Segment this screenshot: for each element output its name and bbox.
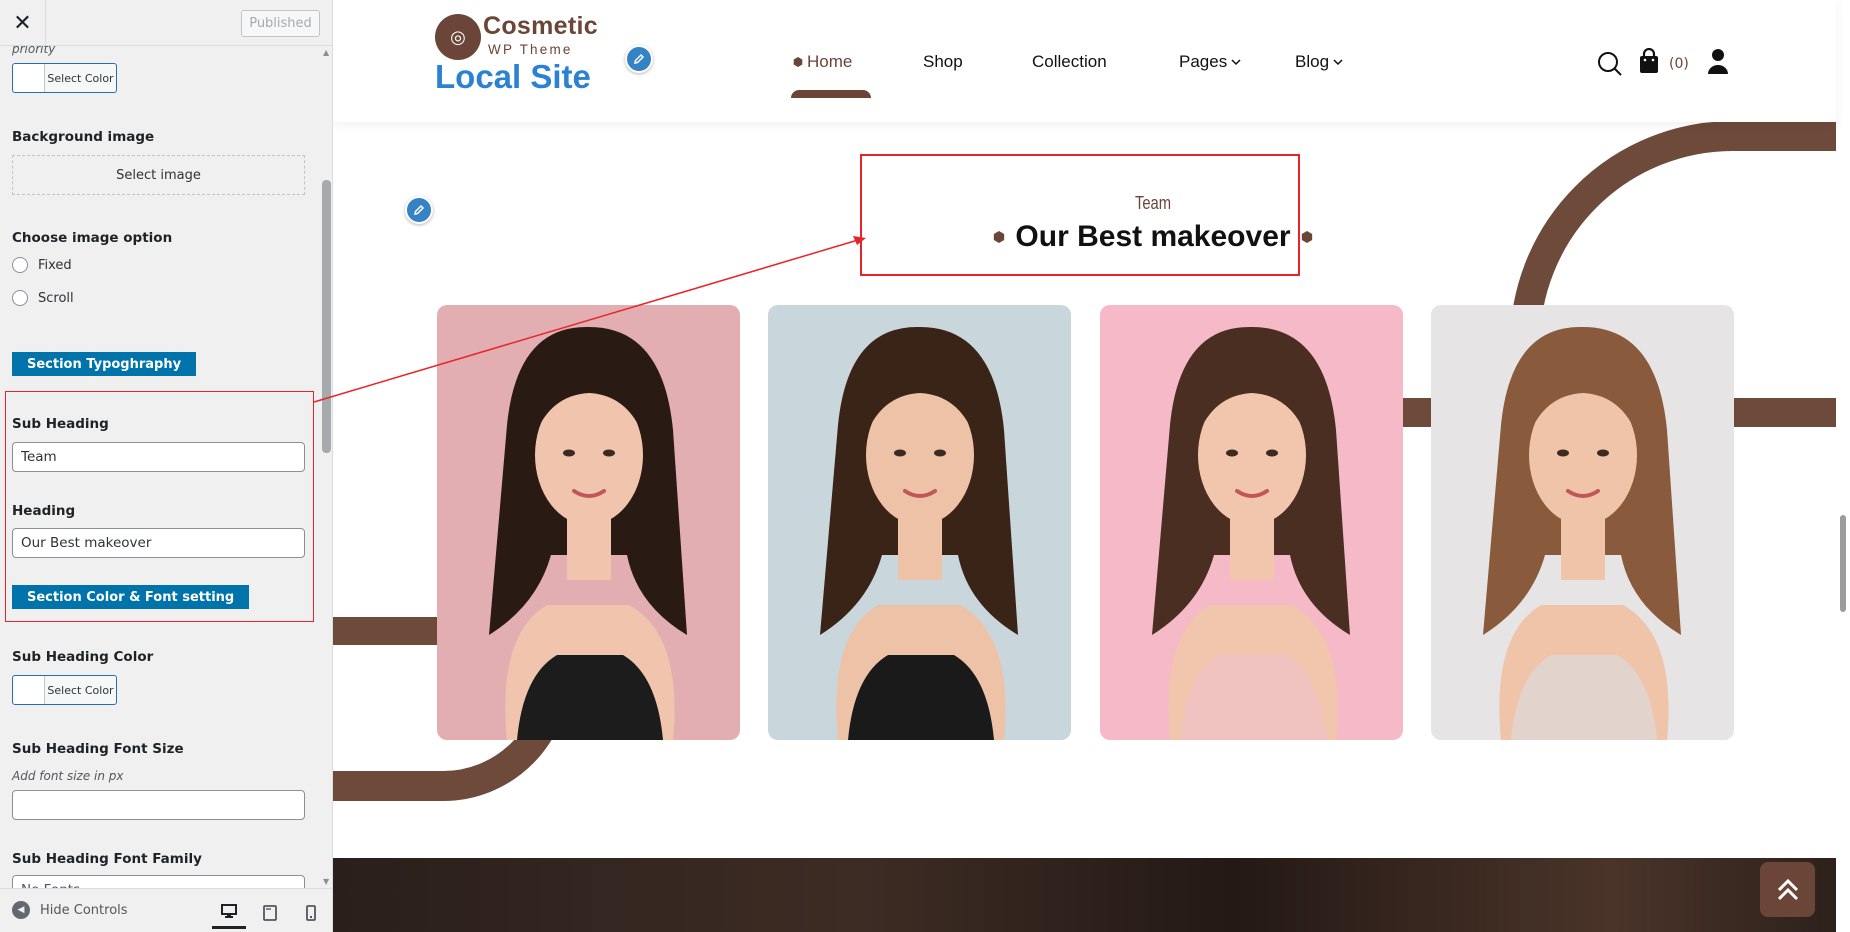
team-member-card[interactable]	[768, 305, 1071, 740]
active-nav-indicator	[791, 90, 871, 98]
nav-item-collection[interactable]: Collection	[1032, 52, 1107, 72]
collapse-icon: ◀	[12, 901, 30, 919]
logo-title[interactable]: Cosmetic	[483, 12, 598, 41]
sub-heading-font-family-label: Sub Heading Font Family	[12, 851, 202, 867]
sub-heading-color-button[interactable]: Select Color	[12, 675, 117, 705]
search-icon[interactable]	[1597, 51, 1623, 77]
radio-circle	[12, 257, 28, 273]
site-header: ◎ Cosmetic WP Theme Local Site Home Shop…	[333, 0, 1836, 122]
customizer-controls[interactable]: priority Select Color Background image S…	[0, 46, 320, 888]
customizer-sidebar: ✕ Published priority Select Color Backgr…	[0, 0, 333, 932]
mobile-preview-button[interactable]	[294, 897, 328, 929]
select-color-label: Select Color	[47, 683, 114, 697]
typography-section-badge: Section Typoghraphy	[12, 352, 197, 376]
hexagon-bullet-icon	[994, 231, 1005, 243]
preview-scroll-thumb[interactable]	[1840, 515, 1846, 612]
nav-shop-label: Shop	[923, 52, 963, 71]
sidebar-scroll-thumb[interactable]	[322, 180, 331, 453]
heading-label: Heading	[12, 503, 76, 519]
sub-heading-color-label: Sub Heading Color	[12, 649, 154, 665]
font-size-hint: Add font size in px	[12, 769, 124, 783]
close-icon: ✕	[13, 10, 32, 36]
chevron-down-icon	[1333, 58, 1343, 65]
select-color-label: Select Color	[47, 71, 114, 85]
radio-scroll-label: Scroll	[38, 290, 74, 306]
hexagon-bullet-icon	[793, 57, 803, 67]
nav-blog-label: Blog	[1295, 52, 1330, 71]
hide-controls-button[interactable]: ◀ Hide Controls	[12, 901, 128, 919]
scroll-down-icon[interactable]: ▼	[323, 877, 329, 886]
chevron-down-icon	[1231, 58, 1241, 65]
shopping-bag-icon[interactable]	[1638, 48, 1660, 75]
edit-site-identity-button[interactable]	[625, 45, 653, 73]
logo-mark-icon[interactable]: ◎	[435, 14, 481, 60]
desktop-icon	[221, 904, 237, 918]
radio-fixed-label: Fixed	[38, 257, 72, 273]
tablet-icon	[263, 905, 277, 921]
heading-input[interactable]: Our Best makeover	[12, 528, 305, 558]
preview-scrollbar[interactable]	[1836, 0, 1850, 932]
logo-tagline: WP Theme	[488, 42, 573, 57]
team-heading-text: Our Best makeover	[1015, 220, 1291, 253]
cart-count[interactable]: (0)	[1669, 56, 1689, 72]
radio-scroll[interactable]: Scroll	[12, 290, 74, 306]
background-image-label: Background image	[12, 129, 155, 145]
edit-team-section-button[interactable]	[405, 196, 433, 224]
hide-controls-label: Hide Controls	[40, 902, 128, 918]
team-member-card[interactable]	[1100, 305, 1403, 740]
publish-button[interactable]: Published	[241, 10, 320, 37]
nav-home-label: Home	[807, 52, 853, 71]
team-member-photo	[768, 305, 1071, 740]
team-member-photo	[1100, 305, 1403, 740]
sub-heading-font-family-select[interactable]: No Fonts	[12, 875, 305, 888]
team-member-photo	[437, 305, 740, 740]
team-member-card[interactable]	[437, 305, 740, 740]
color-swatch	[13, 676, 45, 704]
scroll-up-icon[interactable]: ▲	[323, 48, 329, 57]
color-font-section-badge: Section Color & Font setting	[12, 585, 250, 609]
sub-heading-font-size-label: Sub Heading Font Size	[12, 741, 184, 757]
tablet-preview-button[interactable]	[253, 897, 287, 929]
team-sub-heading: Team	[1134, 193, 1172, 213]
hexagon-bullet-icon	[1301, 231, 1312, 243]
nav-item-shop[interactable]: Shop	[923, 52, 963, 72]
pencil-icon	[634, 53, 645, 64]
color-swatch	[13, 64, 45, 92]
double-chevron-up-icon	[1777, 878, 1798, 900]
customizer-footer: ◀ Hide Controls	[0, 888, 332, 932]
select-image-button[interactable]: Select image	[12, 155, 305, 195]
radio-circle	[12, 290, 28, 306]
pencil-icon	[414, 204, 425, 215]
team-heading: Our Best makeover	[893, 220, 1413, 254]
nav-item-pages[interactable]: Pages	[1179, 52, 1241, 72]
desktop-preview-button[interactable]	[212, 897, 246, 929]
site-preview: ◎ Cosmetic WP Theme Local Site Home Shop…	[333, 0, 1850, 932]
nav-pages-label: Pages	[1179, 52, 1228, 71]
user-account-icon[interactable]	[1707, 48, 1729, 75]
next-section-banner	[333, 858, 1836, 932]
sidebar-scrollbar[interactable]: ▲ ▼	[320, 46, 332, 888]
sub-heading-font-size-input[interactable]	[12, 790, 305, 820]
select-color-button[interactable]: Select Color	[12, 63, 117, 93]
nav-collection-label: Collection	[1032, 52, 1107, 71]
nav-item-home[interactable]: Home	[793, 52, 852, 72]
mobile-icon	[306, 905, 316, 921]
close-customizer-button[interactable]: ✕	[0, 0, 46, 46]
team-member-card[interactable]	[1431, 305, 1734, 740]
radio-fixed[interactable]: Fixed	[12, 257, 72, 273]
site-title[interactable]: Local Site	[435, 58, 591, 96]
image-option-label: Choose image option	[12, 230, 173, 246]
nav-item-blog[interactable]: Blog	[1295, 52, 1343, 72]
sub-heading-label: Sub Heading	[12, 416, 109, 432]
back-to-top-button[interactable]	[1760, 862, 1815, 917]
sub-heading-input[interactable]: Team	[12, 442, 305, 472]
priority-hint: priority	[12, 46, 56, 56]
team-member-photo	[1431, 305, 1734, 740]
customizer-header: ✕ Published	[0, 0, 332, 46]
